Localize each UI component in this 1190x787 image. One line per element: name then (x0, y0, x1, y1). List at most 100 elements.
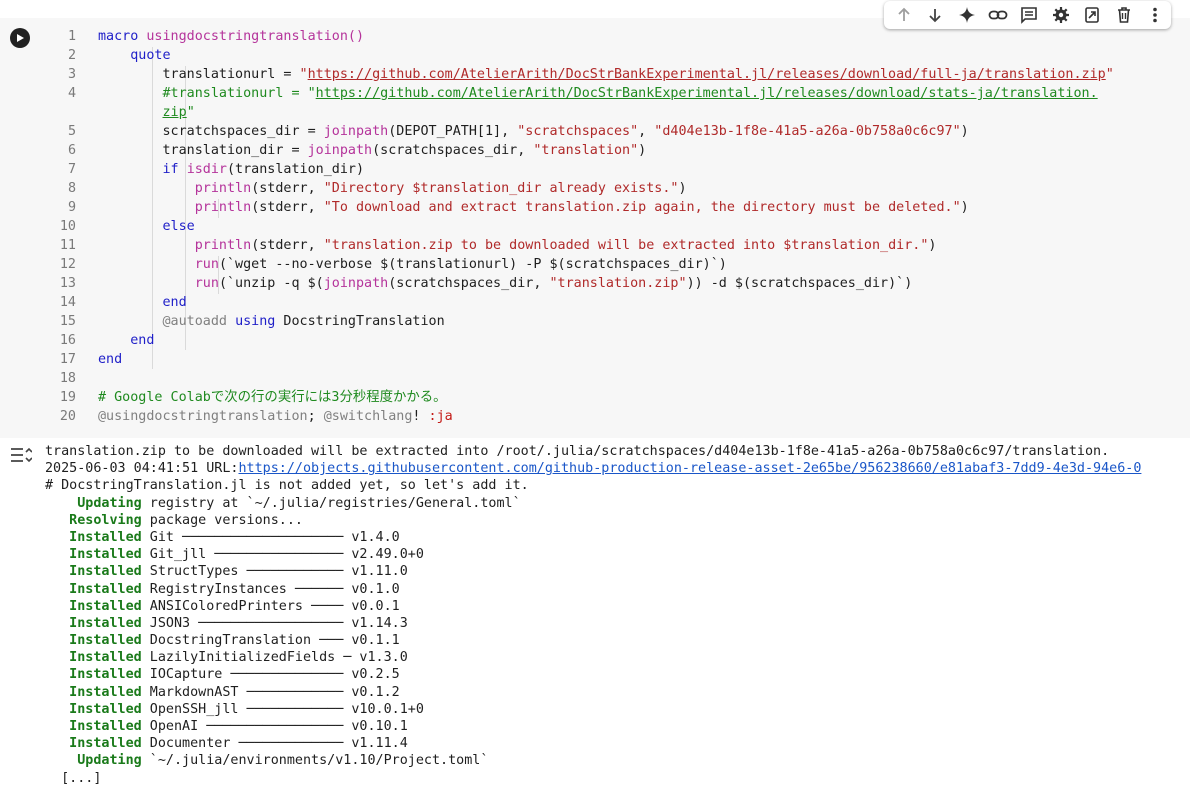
line-number: 13 (59, 276, 76, 291)
output-text-span: RegistryInstances ────── v0.1.0 (141, 581, 400, 597)
code-token: @switchlang (323, 409, 413, 424)
output-text: translation.zip to be downloaded will be… (45, 443, 1141, 787)
code-line[interactable]: 8 println(stderr, "Directory $translatio… (52, 179, 1182, 198)
status-verb: Installed (45, 719, 142, 734)
line-number: 11 (59, 238, 76, 253)
code-token: (stderr, (251, 181, 324, 196)
code-line[interactable]: 16 end (52, 331, 1182, 350)
code-editor[interactable]: 1 macro usingdocstringtranslation() 2 quot… (52, 27, 1182, 426)
code-token: ) (678, 181, 687, 196)
code-line[interactable]: 18 (52, 369, 1182, 388)
output-line: Installed MarkdownAST ──────────── v0.1.… (45, 684, 1141, 701)
arrow-down-icon (929, 9, 941, 23)
code-token: (scratchspaces_dir, (388, 276, 550, 291)
code-token: translationurl = (98, 67, 300, 82)
code-token: "translation.zip to be downloaded will b… (323, 238, 929, 253)
move-down-button[interactable] (919, 1, 950, 29)
code-token: " (186, 105, 195, 120)
code-token: ) (960, 200, 969, 215)
code-line[interactable]: 2 quote (52, 46, 1182, 65)
code-line[interactable]: 10 else (52, 217, 1182, 236)
comment-icon (1021, 7, 1038, 24)
code-text: if isdir(translation_dir) (98, 160, 365, 179)
code-line[interactable]: 3 translationurl = "https://github.com/A… (52, 65, 1182, 84)
trash-icon (1117, 7, 1130, 23)
code-text: else (98, 217, 195, 236)
output-text-span: StructTypes ──────────── v1.11.0 (141, 564, 408, 580)
code-line[interactable]: 1 macro usingdocstringtranslation() (52, 27, 1182, 46)
code-token: ) (638, 143, 647, 158)
cell-toolbar (884, 1, 1171, 29)
line-number: 8 (67, 181, 76, 196)
code-line[interactable]: 13 run(`unzip -q $(joinpath(scratchspace… (52, 274, 1182, 293)
output-actions-button[interactable] (10, 446, 33, 468)
status-verb: Installed (45, 598, 142, 614)
code-line[interactable]: zip" (52, 103, 1182, 122)
code-line[interactable]: 9 println(stderr, "To download and extra… (52, 198, 1182, 217)
status-verb: Installed (45, 684, 142, 700)
play-icon (17, 34, 24, 42)
line-number: 1 (67, 29, 76, 44)
code-line[interactable]: 19 # Google Colabで次の行の実行には3分秒程度かかる。 (52, 388, 1182, 407)
code-text: println(stderr, "Directory $translation_… (98, 179, 687, 198)
delete-cell-button[interactable] (1108, 1, 1139, 29)
status-verb: Installed (45, 650, 142, 666)
code-line[interactable]: 12 run(`wget --no-verbose $(translationu… (52, 255, 1182, 274)
code-token: "d404e13b-1f8e-41a5-a26a-0b758a0c6c97" (654, 124, 961, 139)
code-line[interactable]: 5 scratchspaces_dir = joinpath(DEPOT_PAT… (52, 122, 1182, 141)
output-link[interactable]: https://objects.githubusercontent.com/gi… (238, 461, 1141, 476)
output-text-span: OpenAI ───────────────── v0.10.1 (141, 719, 408, 734)
gemini-button[interactable] (951, 1, 982, 29)
output-text-span: `~/.julia/environments/v1.10/Project.tom… (141, 753, 489, 769)
output-text-span: package versions... (141, 512, 303, 528)
code-line[interactable]: 7 if isdir(translation_dir) (52, 160, 1182, 179)
code-token: run (194, 276, 219, 291)
output-line: Installed RegistryInstances ────── v0.1.… (45, 581, 1141, 598)
run-cell-button[interactable] (10, 28, 30, 48)
output-line: translation.zip to be downloaded will be… (45, 443, 1141, 460)
code-text: translationurl = "https://github.com/Ate… (98, 65, 1113, 84)
code-token: if (162, 162, 187, 177)
code-text: run(`unzip -q $(joinpath(scratchspaces_d… (98, 274, 913, 293)
code-token: println (194, 200, 252, 215)
mirror-cell-button[interactable] (1077, 1, 1108, 29)
code-token: println (194, 181, 252, 196)
code-line[interactable]: 11 println(stderr, "translation.zip to b… (52, 236, 1182, 255)
code-token: else (162, 219, 195, 234)
output-line: Installed JSON3 ────────────────── v1.14… (45, 615, 1141, 632)
output-line: [...] (45, 770, 1141, 787)
move-up-button[interactable] (888, 1, 919, 29)
output-text-span: DocstringTranslation ─── v0.1.1 (141, 633, 400, 649)
output-line: Installed IOCapture ────────────── v0.2.… (45, 666, 1141, 683)
code-token: (DEPOT_PATH[1], (388, 124, 518, 139)
code-line[interactable]: 14 end (52, 293, 1182, 312)
status-verb: Installed (45, 564, 142, 580)
code-token: "translation" (533, 143, 639, 158)
output-line: Installed DocstringTranslation ─── v0.1.… (45, 632, 1141, 649)
output-text-span: MarkdownAST ──────────── v0.1.2 (141, 684, 400, 700)
output-text-span: 2025-06-03 04:41:51 URL: (45, 461, 239, 477)
output-menu-icon (11, 447, 33, 463)
output-text-span: # DocstringTranslation.jl is not added y… (45, 478, 529, 494)
code-line[interactable]: 20 @usingdocstringtranslation; @switchlan… (52, 407, 1182, 426)
code-token: https://github.com/AtelierArith/DocStrBa… (315, 86, 1098, 101)
link-button[interactable] (982, 1, 1013, 29)
status-verb: Resolving (45, 512, 142, 528)
line-number: 5 (67, 124, 76, 139)
sparkle-icon (958, 7, 975, 23)
code-text: translation_dir = joinpath(scratchspaces… (98, 141, 646, 160)
code-text: println(stderr, "translation.zip to be d… (98, 236, 937, 255)
code-line[interactable]: 17 end (52, 350, 1182, 369)
more-options-button[interactable] (1140, 1, 1171, 29)
settings-button[interactable] (1045, 1, 1076, 29)
code-line[interactable]: 15 @autoadd using DocstringTranslation (52, 312, 1182, 331)
code-token: DocstringTranslation (275, 314, 445, 329)
code-token: "Directory $translation_dir already exis… (323, 181, 679, 196)
comment-button[interactable] (1014, 1, 1045, 29)
code-line[interactable]: 6 translation_dir = joinpath(scratchspac… (52, 141, 1182, 160)
line-number: 19 (59, 390, 76, 405)
code-line[interactable]: 4 #translationurl = "https://github.com/… (52, 84, 1182, 103)
